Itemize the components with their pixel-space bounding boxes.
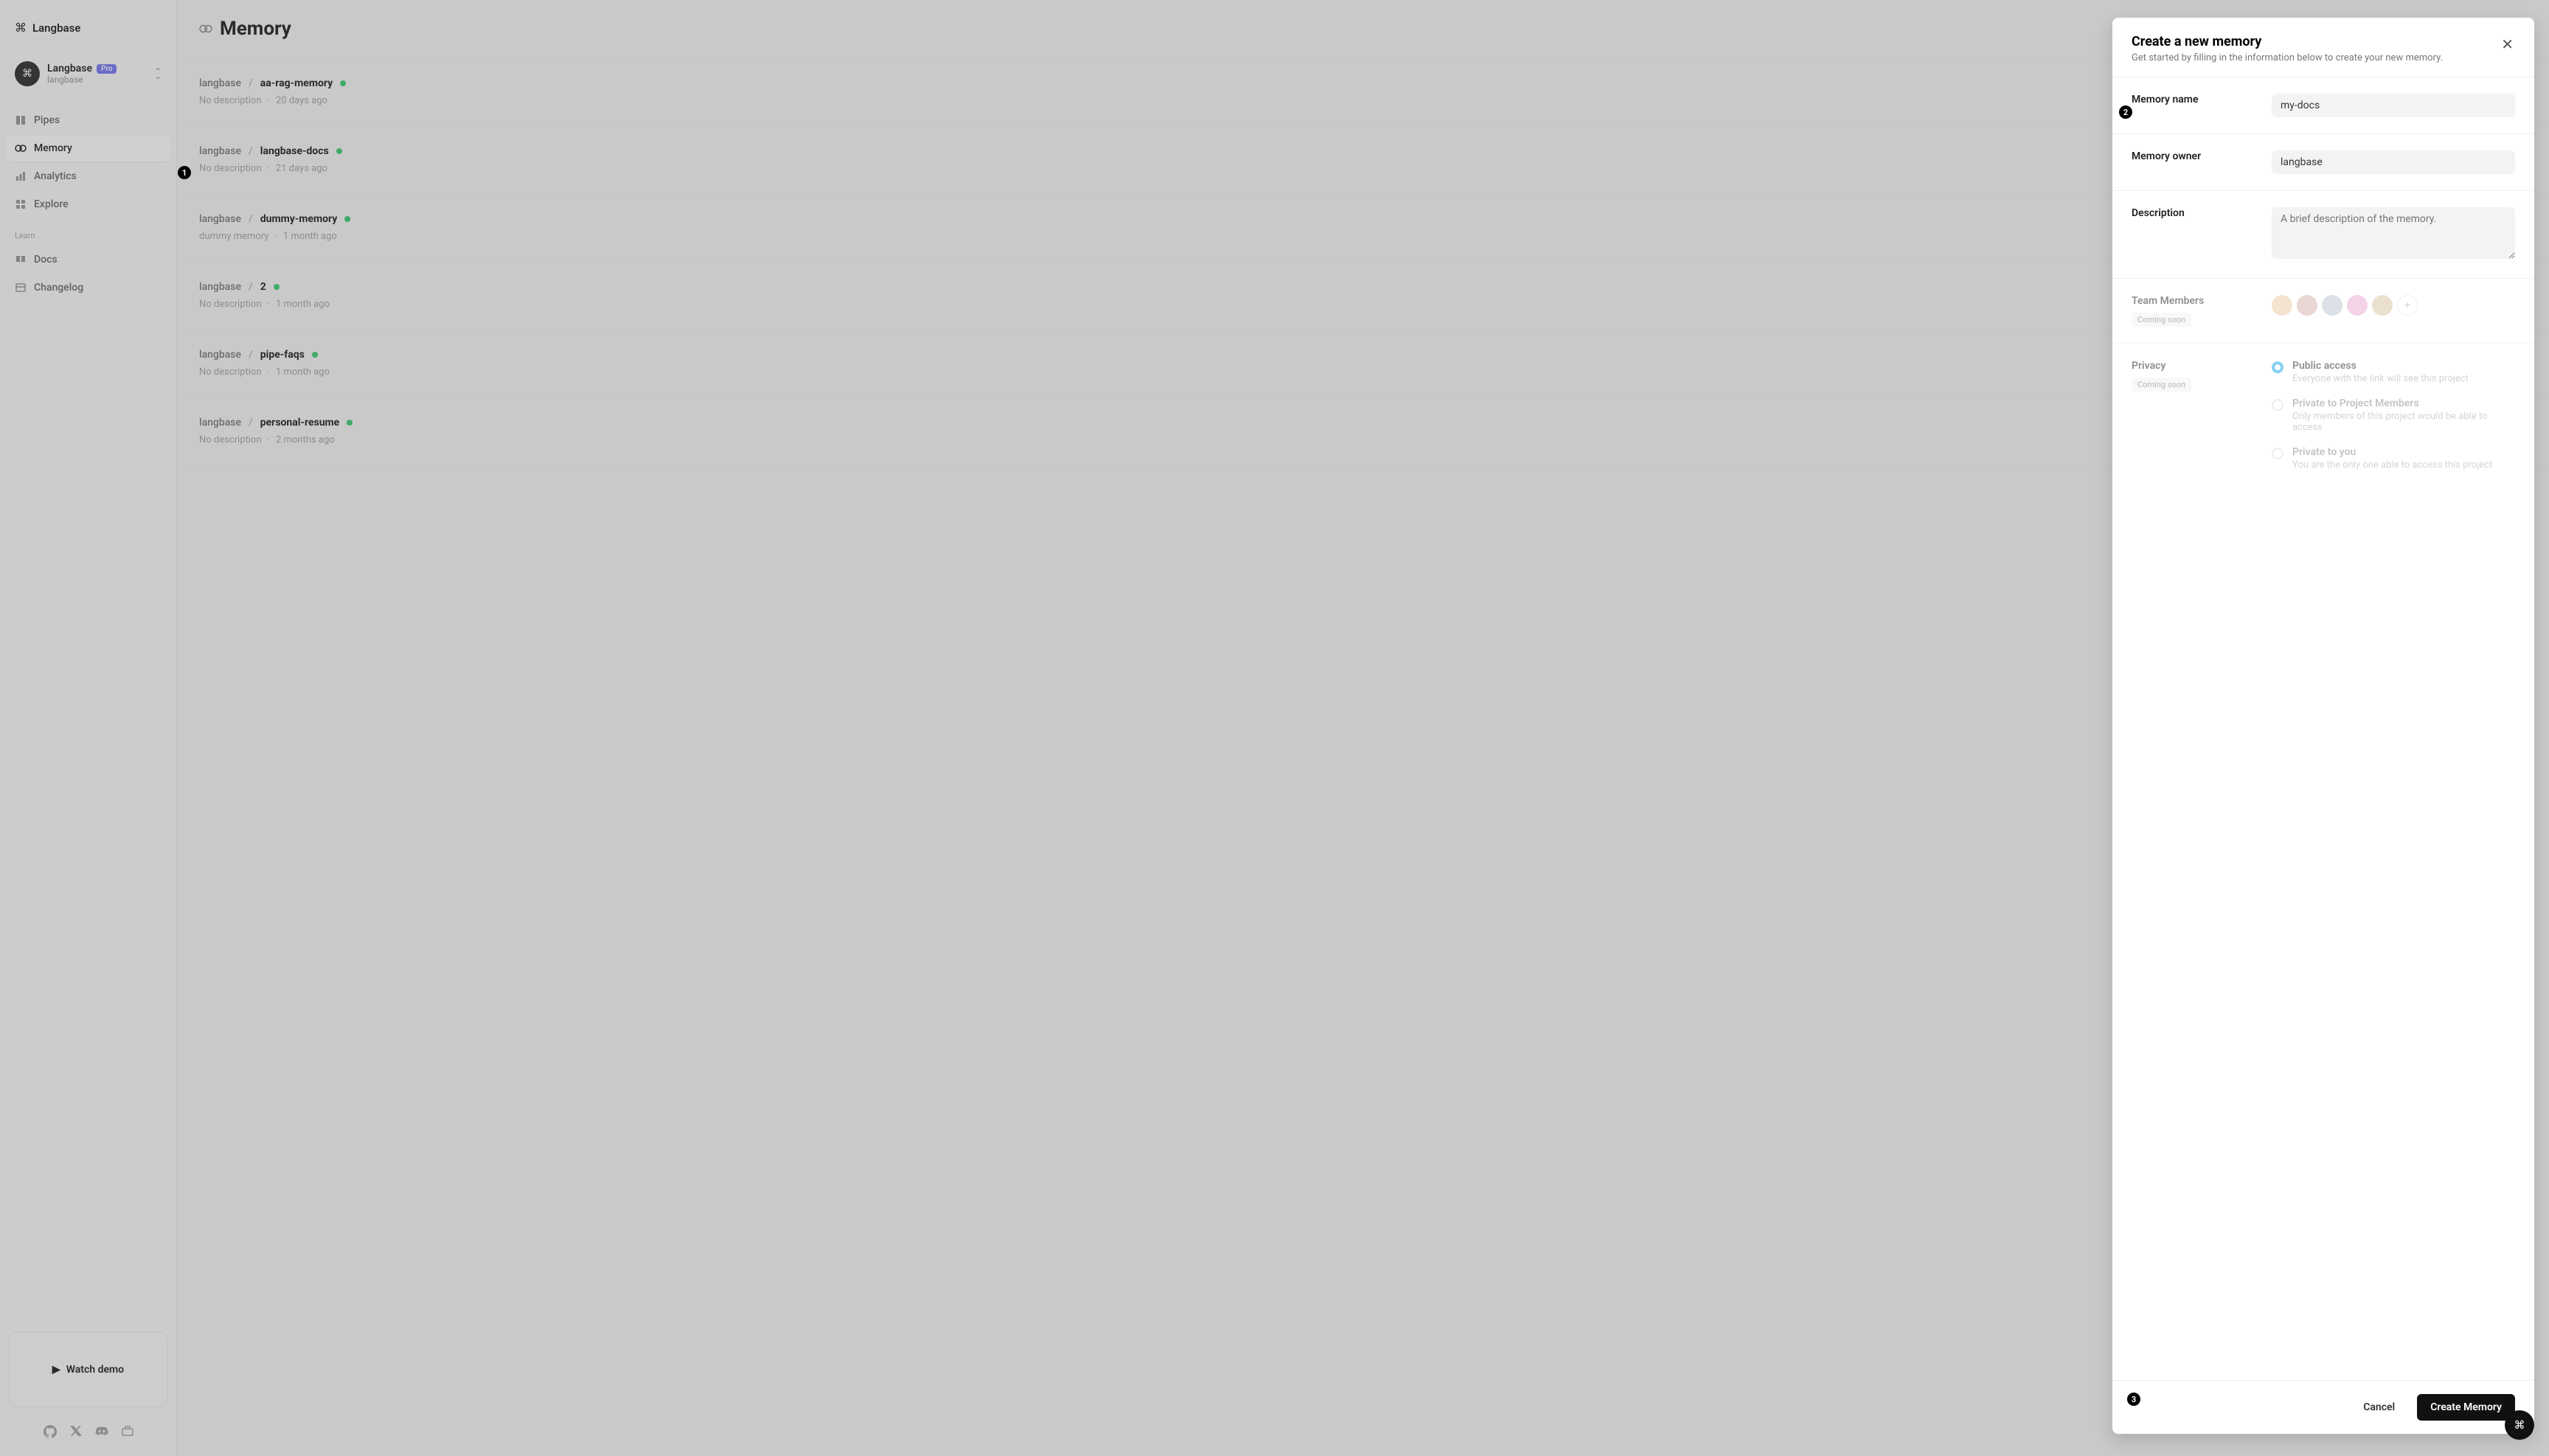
avatar [2297, 295, 2317, 316]
step-annotation-1: 1 [178, 166, 191, 179]
privacy-label: Privacy [2132, 360, 2257, 372]
memory-name-input[interactable] [2272, 94, 2515, 117]
cancel-button[interactable]: Cancel [2350, 1394, 2408, 1421]
avatar [2322, 295, 2342, 316]
avatar [2347, 295, 2368, 316]
privacy-option[interactable]: Private to you You are the only one able… [2272, 446, 2515, 471]
team-avatars: + [2272, 295, 2515, 316]
privacy-option-title: Public access [2292, 360, 2469, 372]
avatar [2372, 295, 2393, 316]
avatar [2272, 295, 2292, 316]
coming-soon-badge: Coming soon [2132, 378, 2191, 392]
radio-icon [2272, 361, 2283, 373]
command-palette-button[interactable]: ⌘ [2505, 1410, 2534, 1440]
create-memory-button[interactable]: Create Memory [2417, 1394, 2515, 1421]
radio-icon [2272, 448, 2283, 460]
step-annotation-3: 3 [2127, 1393, 2140, 1406]
privacy-option[interactable]: Private to Project Members Only members … [2272, 398, 2515, 433]
description-label: Description [2132, 207, 2257, 219]
modal-subtitle: Get started by filling in the informatio… [2132, 52, 2443, 63]
privacy-option-desc: You are the only one able to access this… [2292, 460, 2492, 471]
add-member-button[interactable]: + [2397, 295, 2418, 316]
description-input[interactable] [2272, 207, 2515, 259]
memory-name-label: Memory name [2132, 94, 2257, 117]
create-memory-modal: Create a new memory Get started by filli… [2112, 18, 2534, 1434]
privacy-options: Public access Everyone with the link wil… [2272, 360, 2515, 471]
close-icon[interactable]: ✕ [2500, 34, 2515, 55]
step-annotation-2: 2 [2119, 105, 2132, 119]
team-members-label: Team Members [2132, 295, 2257, 307]
privacy-option[interactable]: Public access Everyone with the link wil… [2272, 360, 2515, 384]
memory-owner-label: Memory owner [2132, 150, 2257, 174]
radio-icon [2272, 399, 2283, 411]
modal-title: Create a new memory [2132, 34, 2443, 49]
privacy-option-title: Private to you [2292, 446, 2492, 458]
privacy-option-title: Private to Project Members [2292, 398, 2515, 409]
coming-soon-badge: Coming soon [2132, 313, 2191, 327]
privacy-option-desc: Everyone with the link will see this pro… [2292, 373, 2469, 384]
memory-owner-input[interactable] [2272, 150, 2515, 174]
privacy-option-desc: Only members of this project would be ab… [2292, 411, 2515, 433]
